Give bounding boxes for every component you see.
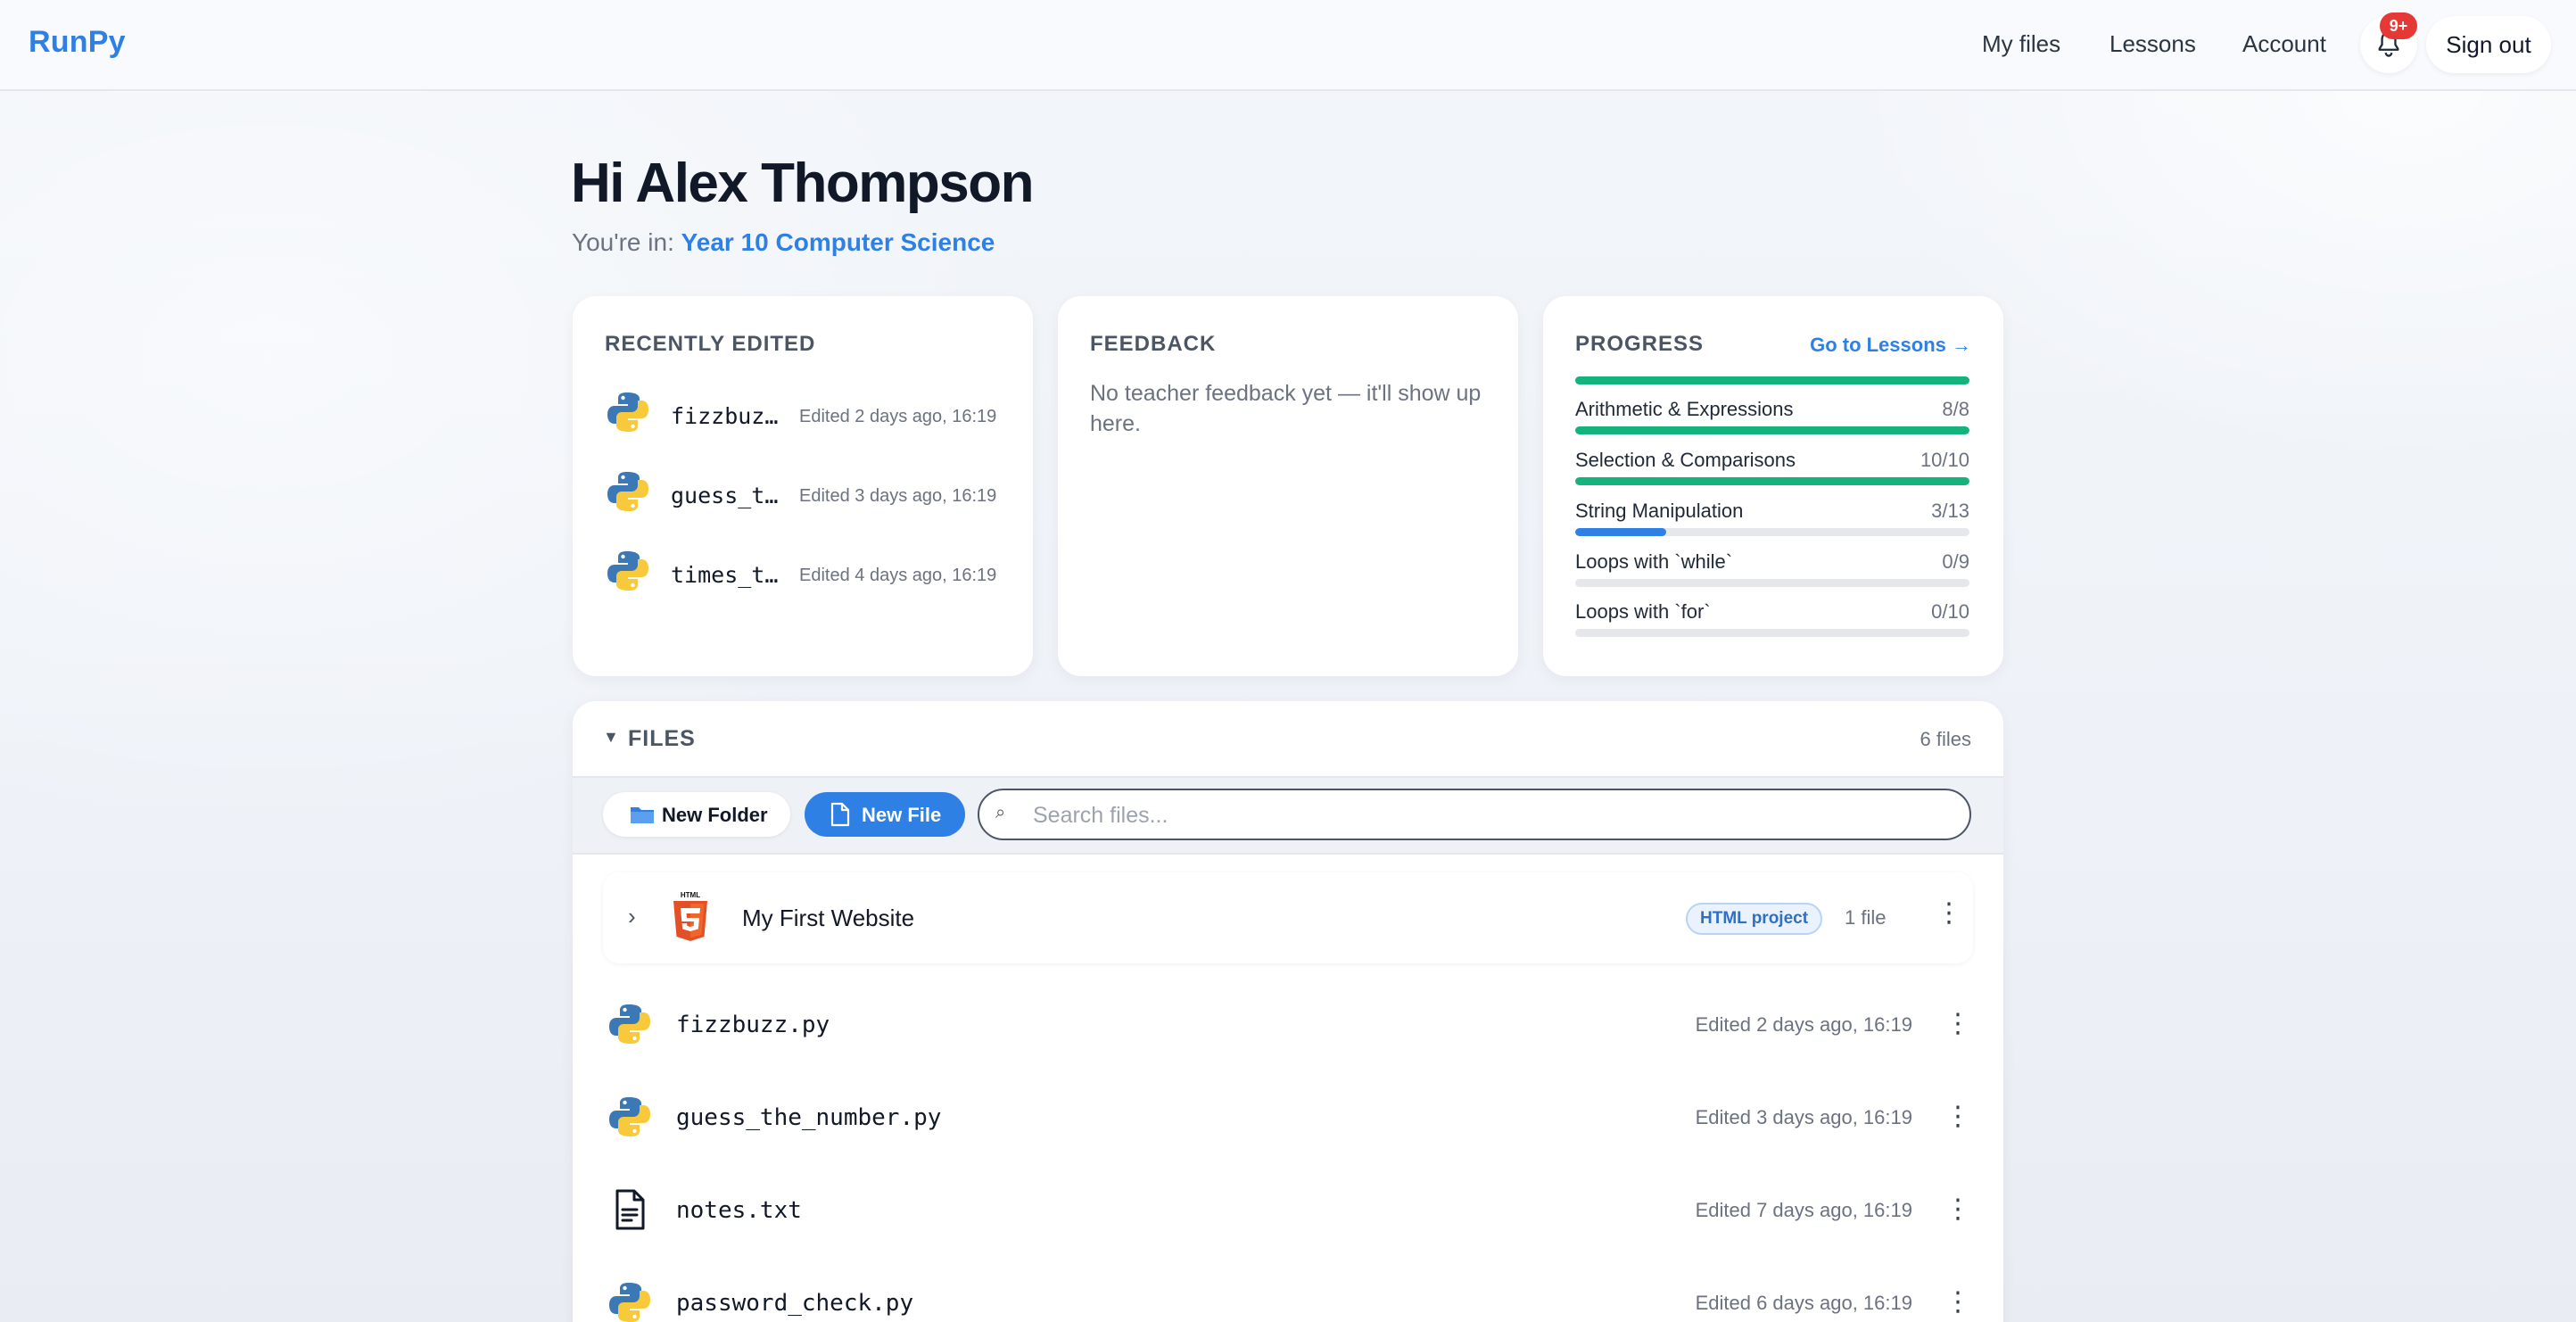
progress-title: PROGRESS — [1575, 332, 1705, 356]
file-row[interactable]: notes.txt Edited 7 days ago, 16:19 ⋮ — [573, 1163, 2003, 1256]
file-name: guess_the_number.py — [676, 1104, 942, 1131]
more-options-icon[interactable]: ⋮ — [1944, 1008, 1971, 1039]
nav-my-files[interactable]: My files — [1982, 30, 2060, 58]
nav-account[interactable]: Account — [2242, 30, 2326, 58]
go-to-lessons-link[interactable]: Go to Lessons → — [1810, 334, 1971, 357]
search-input[interactable] — [1033, 799, 1952, 831]
class-indicator: You're in: Year 10 Computer Science — [572, 228, 995, 257]
sign-out-button[interactable]: Sign out — [2426, 16, 2551, 73]
new-file-button[interactable]: New File — [805, 792, 965, 837]
files-panel: ▼ FILES 6 files New Folder New File ⌕ › … — [573, 701, 2003, 1322]
progress-row[interactable]: String Manipulation 3/13 — [1575, 500, 1969, 549]
files-count: 6 files — [1920, 728, 1971, 750]
progress-row[interactable]: Arithmetic & Expressions 8/8 — [1575, 398, 1969, 448]
file-name: notes.txt — [676, 1197, 802, 1224]
folder-file-count: 1 file — [1845, 906, 1887, 929]
progress-track — [1575, 528, 1969, 536]
svg-text:HTML: HTML — [681, 891, 700, 899]
lesson-name: Arithmetic & Expressions — [1575, 398, 1794, 420]
files-title[interactable]: FILES — [628, 726, 696, 752]
more-options-icon[interactable]: ⋮ — [1944, 1286, 1971, 1318]
recent-file-edited: Edited 4 days ago, 16:19 — [799, 566, 997, 585]
brand-logo[interactable]: RunPy — [29, 25, 126, 60]
python-icon — [609, 1283, 650, 1322]
progress-overall-bar — [1575, 376, 1969, 384]
file-edited: Edited 2 days ago, 16:19 — [1695, 1013, 1912, 1036]
folder-row[interactable]: › HTML My First Website HTML project 1 f… — [603, 872, 1973, 963]
page-title: Hi Alex Thompson — [571, 153, 1034, 214]
lesson-name: String Manipulation — [1575, 500, 1744, 522]
lesson-name: Loops with `while` — [1575, 550, 1733, 573]
lesson-count: 8/8 — [1942, 398, 1969, 420]
recent-file-edited: Edited 2 days ago, 16:19 — [799, 407, 997, 426]
recent-file-edited: Edited 3 days ago, 16:19 — [799, 486, 997, 506]
recent-file-name: fizzbuzz.py — [671, 403, 781, 429]
file-row[interactable]: fizzbuzz.py Edited 2 days ago, 16:19 ⋮ — [573, 978, 2003, 1070]
progress-fill — [1575, 528, 1666, 536]
file-edited: Edited 7 days ago, 16:19 — [1695, 1199, 1912, 1221]
progress-track — [1575, 629, 1969, 637]
progress-track — [1575, 579, 1969, 587]
python-icon — [607, 392, 648, 432]
files-toolbar: New Folder New File ⌕ — [573, 776, 2003, 855]
file-edited: Edited 6 days ago, 16:19 — [1695, 1292, 1912, 1314]
feedback-card: FEEDBACK No teacher feedback yet — it'll… — [1058, 296, 1518, 676]
new-file-label: New File — [862, 804, 942, 826]
recent-item[interactable]: times_tables.py Edited 4 days ago, 16:19 — [605, 548, 1006, 601]
progress-row[interactable]: Loops with `for` 0/10 — [1575, 600, 1969, 650]
folder-icon — [631, 807, 654, 823]
file-row[interactable]: password_check.py Edited 6 days ago, 16:… — [573, 1256, 2003, 1322]
python-icon — [609, 1097, 650, 1136]
project-type-badge: HTML project — [1686, 903, 1823, 935]
recently-edited-title: RECENTLY EDITED — [605, 332, 816, 356]
file-row[interactable]: guess_the_number.py Edited 3 days ago, 1… — [573, 1070, 2003, 1163]
progress-fill — [1575, 426, 1969, 434]
search-box: ⌕ — [978, 789, 1971, 840]
recent-item[interactable]: guess_the_number.py Edited 3 days ago, 1… — [605, 468, 1006, 522]
python-icon — [607, 551, 648, 591]
file-edited: Edited 3 days ago, 16:19 — [1695, 1106, 1912, 1128]
feedback-title: FEEDBACK — [1090, 332, 1217, 356]
nav-lessons[interactable]: Lessons — [2110, 30, 2196, 58]
progress-track — [1575, 477, 1969, 485]
more-options-icon[interactable]: ⋮ — [1944, 1101, 1971, 1132]
lesson-count: 3/13 — [1931, 500, 1969, 522]
collapse-caret-icon[interactable]: ▼ — [603, 728, 619, 747]
notification-count-badge: 9+ — [2380, 12, 2417, 39]
lesson-name: Selection & Comparisons — [1575, 449, 1796, 471]
lesson-name: Loops with `for` — [1575, 600, 1711, 623]
file-icon — [830, 802, 850, 827]
lesson-count: 0/9 — [1942, 550, 1969, 573]
progress-fill — [1575, 477, 1969, 485]
top-nav: RunPy My files Lessons Account 9+ Sign o… — [0, 0, 2576, 91]
python-icon — [607, 472, 648, 511]
chevron-right-icon[interactable]: › — [628, 903, 636, 930]
new-folder-label: New Folder — [662, 804, 768, 826]
recent-file-name: times_tables.py — [671, 562, 781, 588]
progress-track — [1575, 426, 1969, 434]
more-options-icon[interactable]: ⋮ — [1944, 1194, 1971, 1225]
file-name: fizzbuzz.py — [676, 1012, 830, 1038]
text-file-icon — [615, 1189, 645, 1230]
recent-file-name: guess_the_number.py — [671, 483, 781, 508]
progress-row[interactable]: Loops with `while` 0/9 — [1575, 550, 1969, 600]
html5-icon: HTML — [673, 891, 707, 941]
lesson-count: 0/10 — [1931, 600, 1969, 623]
feedback-empty-message: No teacher feedback yet — it'll show up … — [1090, 381, 1482, 436]
search-icon: ⌕ — [995, 803, 1006, 822]
more-options-icon[interactable]: ⋮ — [1936, 897, 1962, 929]
progress-card: PROGRESS Go to Lessons → Arithmetic & Ex… — [1543, 296, 2003, 676]
recently-edited-card: RECENTLY EDITED fizzbuzz.py Edited 2 day… — [573, 296, 1033, 676]
file-name: password_check.py — [676, 1290, 914, 1317]
folder-name: My First Website — [742, 905, 915, 931]
lesson-count: 10/10 — [1920, 449, 1969, 471]
new-folder-button[interactable]: New Folder — [603, 792, 790, 837]
progress-row[interactable]: Selection & Comparisons 10/10 — [1575, 449, 1969, 499]
class-prefix: You're in: — [572, 228, 681, 256]
python-icon — [609, 1004, 650, 1044]
recent-item[interactable]: fizzbuzz.py Edited 2 days ago, 16:19 — [605, 389, 1006, 442]
class-link[interactable]: Year 10 Computer Science — [681, 228, 995, 256]
